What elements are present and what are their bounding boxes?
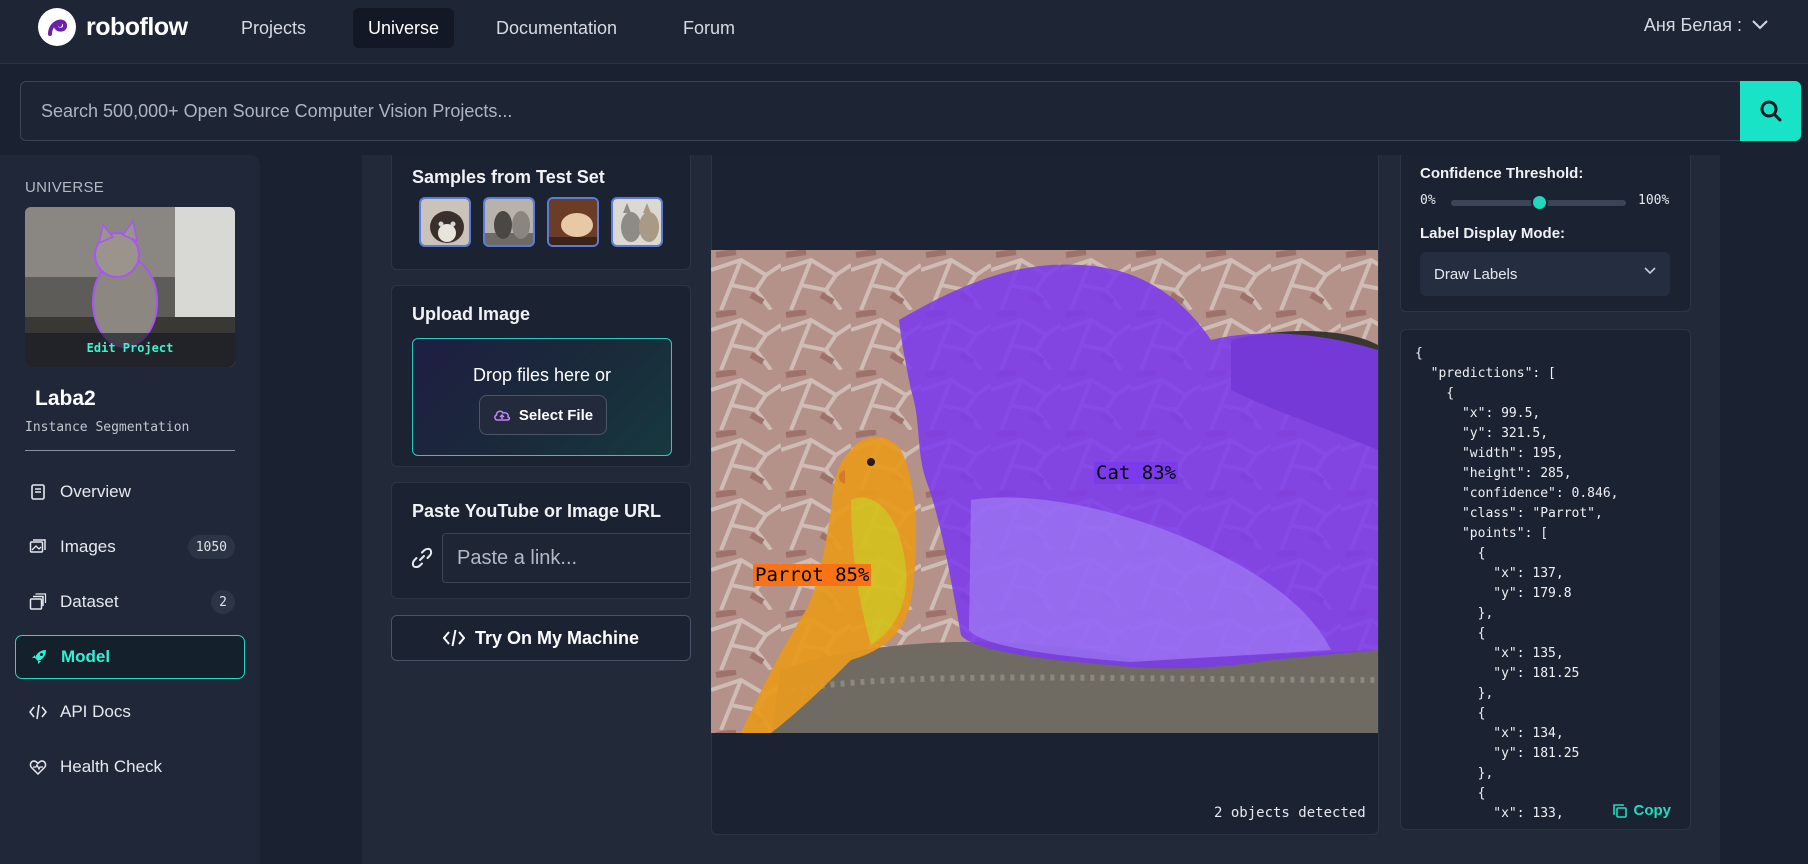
chevron-down-icon: [1644, 267, 1656, 275]
drop-text: Drop files here or: [472, 365, 612, 385]
copy-icon: [1612, 803, 1627, 818]
layers-icon: [29, 593, 47, 610]
images-count-badge: 1050: [187, 535, 235, 559]
sidebar-item-overview[interactable]: Overview: [15, 470, 245, 514]
project-thumbnail[interactable]: Edit Project: [25, 207, 235, 367]
confidence-threshold-label: Confidence Threshold:: [1420, 165, 1584, 182]
sample-dogs-image: [613, 199, 661, 245]
try-on-my-machine-button[interactable]: Try On My Machine: [391, 615, 691, 661]
sample-cat-image: [421, 199, 469, 245]
sample-room-image: [549, 199, 597, 245]
book-icon: [31, 484, 45, 500]
inference-settings-card: Confidence Threshold: 0% 100% Label Disp…: [1400, 155, 1691, 312]
sample-thumbnail[interactable]: [419, 197, 471, 247]
samples-title: Samples from Test Set: [412, 167, 605, 187]
search-input[interactable]: [21, 82, 1741, 140]
sidebar-divider: [25, 450, 235, 451]
select-file-label: Select File: [518, 406, 594, 424]
sidebar: UNIVERSE Edit Project Laba2 Instance Seg…: [0, 155, 260, 864]
samples-card: Samples from Test Set: [391, 155, 691, 270]
sample-thumbnail[interactable]: [483, 197, 535, 247]
sidebar-item-label: Model: [61, 647, 111, 666]
user-menu[interactable]: Аня Белая :: [1644, 12, 1768, 38]
heart-pulse-icon: [29, 760, 47, 776]
copy-label: Copy: [1633, 802, 1672, 819]
sample-dogs-image: [485, 199, 533, 245]
drop-zone[interactable]: Drop files here or Select File: [412, 338, 672, 456]
sidebar-item-label: API Docs: [60, 702, 131, 721]
roboflow-logo-icon: [38, 8, 76, 46]
confidence-slider[interactable]: [1451, 194, 1626, 211]
nav-forum[interactable]: Forum: [668, 8, 750, 48]
sidebar-item-api-docs[interactable]: API Docs: [15, 690, 245, 734]
project-type: Instance Segmentation: [25, 420, 190, 435]
chevron-down-icon: [1752, 20, 1768, 30]
user-name: Аня Белая :: [1643, 14, 1742, 35]
search-icon: [1760, 100, 1781, 122]
roboflow-logo[interactable]: roboflow: [38, 8, 188, 46]
top-nav: roboflow Projects Universe Documentation…: [0, 0, 1808, 64]
url-field: [442, 533, 690, 583]
sidebar-item-label: Health Check: [60, 757, 163, 776]
sample-thumbnail[interactable]: [611, 197, 663, 247]
nav-universe[interactable]: Universe: [353, 8, 455, 48]
nav-projects[interactable]: Projects: [226, 8, 321, 48]
sidebar-item-label: Dataset: [60, 592, 119, 611]
try-label: Try On My Machine: [474, 627, 640, 648]
cloud-upload-icon: [494, 410, 511, 421]
cat-detection-label: Cat 83%: [1094, 462, 1179, 484]
json-output: { "predictions": [ { "x": 99.5, "y": 321…: [1415, 346, 1619, 821]
rocket-icon: [32, 650, 46, 664]
select-file-button[interactable]: Select File: [479, 395, 607, 435]
cat-parrot-image: [711, 250, 1378, 733]
json-output-card: { "predictions": [ { "x": 99.5, "y": 321…: [1400, 329, 1691, 830]
sidebar-item-model[interactable]: Model: [15, 635, 245, 679]
confidence-max: 100%: [1638, 193, 1670, 208]
dataset-count-badge: 2: [211, 590, 235, 614]
upload-title: Upload Image: [412, 304, 531, 324]
label-display-mode-select[interactable]: Draw Labels: [1420, 252, 1670, 296]
label-display-mode-value: Draw Labels: [1434, 265, 1518, 283]
nav-documentation[interactable]: Documentation: [481, 8, 632, 48]
link-icon: [411, 547, 433, 569]
edit-project-button[interactable]: Edit Project: [25, 333, 235, 367]
search-bar: [20, 81, 1801, 141]
images-icon: [29, 539, 46, 553]
objects-detected-count: 2 objects detected: [1214, 805, 1366, 821]
upload-card: Upload Image Drop files here or Select F…: [391, 285, 691, 467]
copy-button[interactable]: Copy: [1605, 802, 1672, 819]
sidebar-item-images[interactable]: Images 1050: [15, 525, 245, 569]
url-card: Paste YouTube or Image URL: [391, 482, 691, 599]
project-name: Laba2: [35, 387, 96, 410]
sample-thumbnail[interactable]: [547, 197, 599, 247]
confidence-slider-handle[interactable]: [1530, 194, 1548, 211]
sidebar-section-label: UNIVERSE: [25, 179, 105, 196]
url-title: Paste YouTube or Image URL: [412, 501, 662, 521]
confidence-min: 0%: [1420, 193, 1436, 208]
sidebar-item-dataset[interactable]: Dataset 2: [15, 580, 245, 624]
sidebar-item-label: Images: [60, 537, 116, 556]
url-input[interactable]: [443, 534, 690, 582]
inference-image: Cat 83% Parrot 85%: [711, 250, 1378, 733]
brand-name: roboflow: [86, 12, 188, 41]
sidebar-item-label: Overview: [60, 482, 131, 501]
sidebar-item-health-check[interactable]: Health Check: [15, 745, 245, 789]
code-icon: [442, 629, 465, 647]
search-button[interactable]: [1740, 81, 1801, 141]
label-display-mode-label: Label Display Mode:: [1420, 225, 1566, 242]
code-icon: [29, 704, 47, 720]
parrot-detection-label: Parrot 85%: [753, 564, 872, 586]
